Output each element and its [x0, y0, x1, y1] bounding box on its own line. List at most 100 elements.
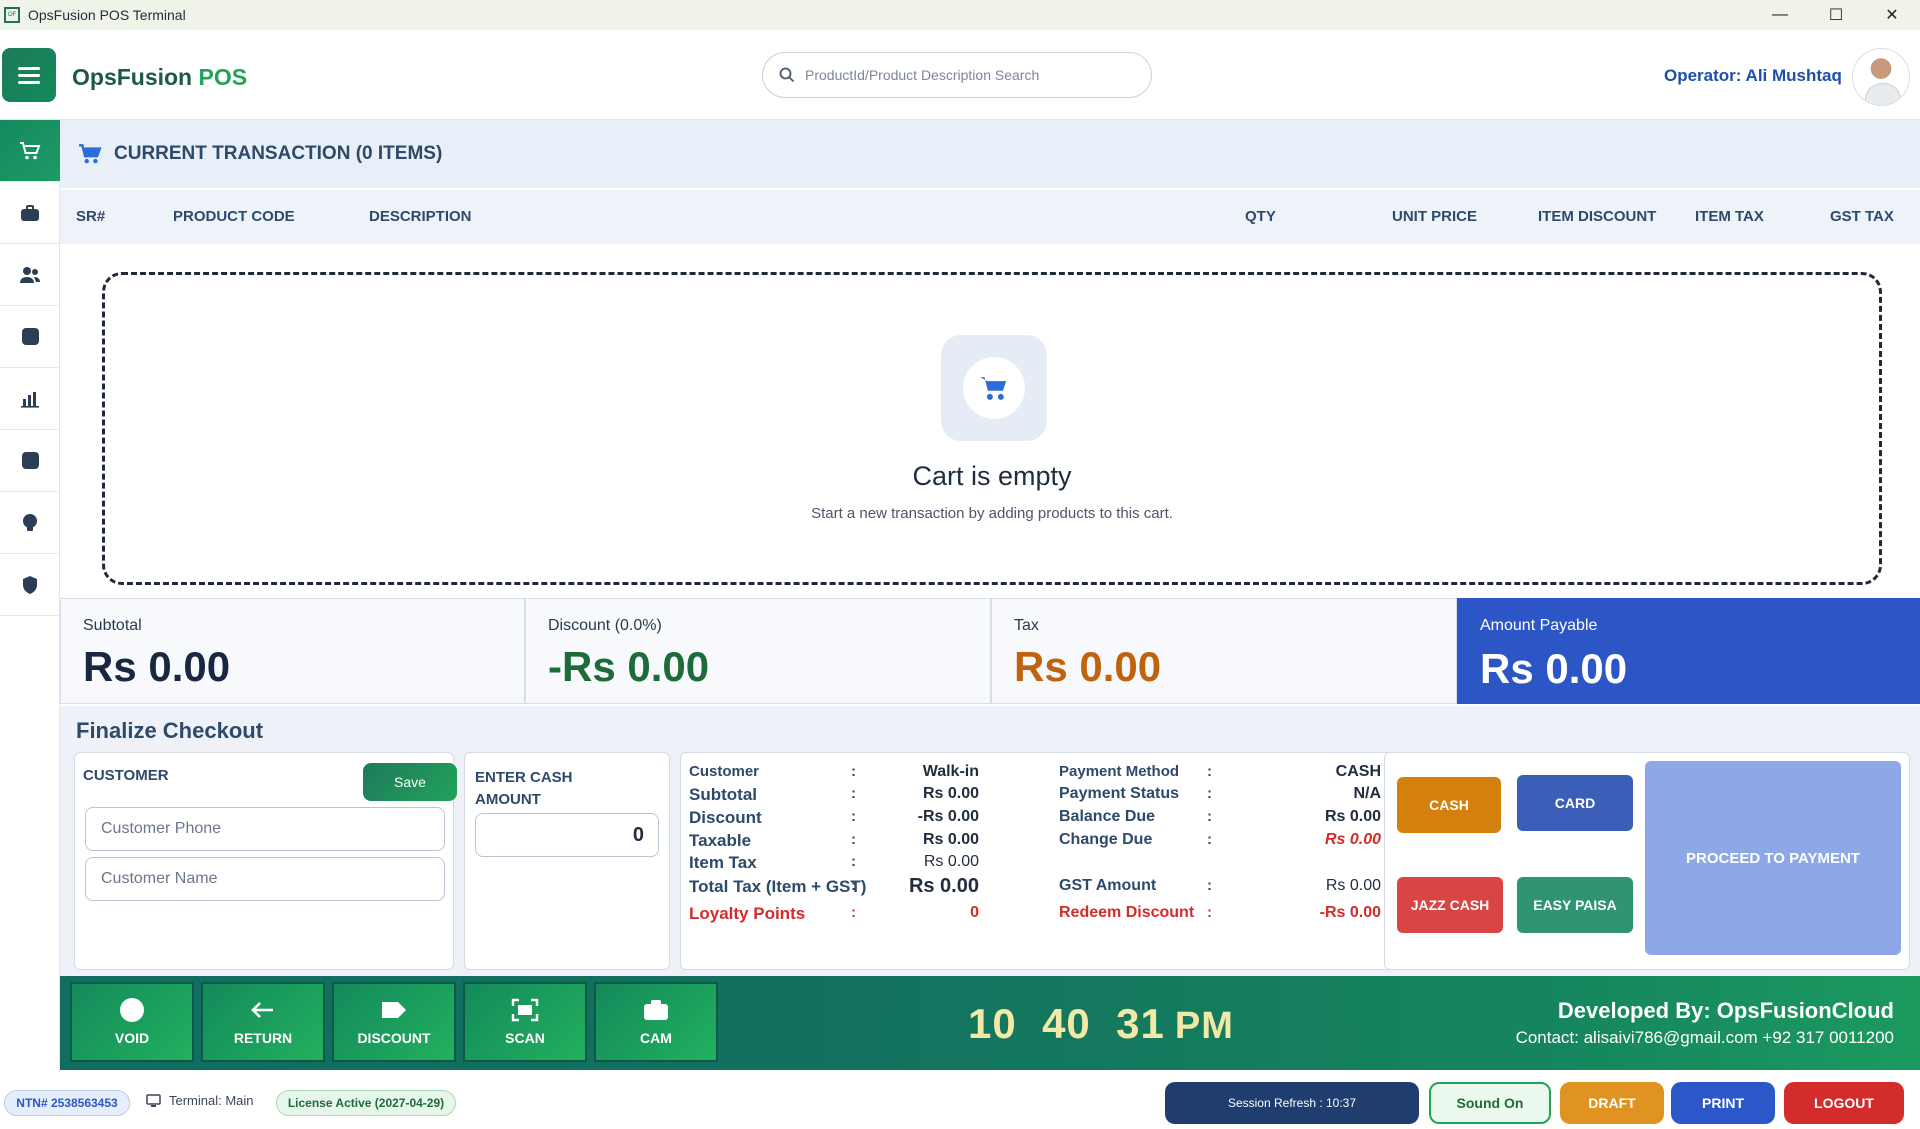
status-bar: NTN# 2538563453 Terminal: Main License A…: [0, 1072, 1920, 1129]
hamburger-menu-button[interactable]: [2, 48, 56, 102]
print-button[interactable]: PRINT: [1671, 1082, 1775, 1124]
operator-name: Operator: Ali Mushtaq: [1664, 66, 1842, 85]
column-header-item-discount: ITEM DISCOUNT: [1538, 208, 1657, 225]
operator-avatar[interactable]: [1852, 48, 1910, 106]
digital-clock: 10 40 31 PM: [968, 1000, 1234, 1048]
amount-payable-card: Amount Payable Rs 0.00: [1457, 598, 1920, 704]
cart-icon: [79, 144, 102, 164]
return-button[interactable]: RETURN: [201, 982, 325, 1062]
sidebar-item-customers[interactable]: [0, 244, 60, 306]
summary-label: Customer: [689, 763, 760, 780]
cash-amount-title: ENTER CASH AMOUNT: [475, 767, 573, 811]
summary-colon: :: [851, 853, 856, 870]
summary-colon: :: [1207, 785, 1212, 802]
minimize-button[interactable]: —: [1752, 0, 1808, 30]
discount-button[interactable]: DISCOUNT: [332, 982, 456, 1062]
discount-value: -Rs 0.00: [548, 643, 710, 690]
column-header-unit-price: UNIT PRICE: [1392, 208, 1478, 225]
terminal-label: Terminal: Main: [169, 1093, 254, 1108]
jazz-cash-payment-button[interactable]: JAZZ CASH: [1397, 877, 1503, 933]
cart-table-header: SR# PRODUCT CODE DESCRIPTION QTY UNIT PR…: [60, 190, 1920, 244]
payment-method-panel: CASH CARD JAZZ CASH EASY PAISA PROCEED T…: [1384, 752, 1910, 970]
void-button[interactable]: VOID: [70, 982, 194, 1062]
summary-colon: :: [851, 904, 856, 921]
app-header: OpsFusion POS Operator: Ali Mushtaq: [0, 30, 1920, 120]
search-icon: [779, 67, 795, 83]
empty-cart-dropzone: Cart is empty Start a new transaction by…: [102, 272, 1882, 585]
summary-label: Discount: [689, 808, 762, 827]
cash-amount-title-line1: ENTER CASH: [475, 769, 573, 786]
circle-icon: [120, 998, 144, 1022]
ntn-badge: NTN# 2538563453: [4, 1090, 130, 1116]
card-payment-button[interactable]: CARD: [1517, 775, 1633, 831]
summary-colon: :: [851, 808, 856, 825]
summary-label: Payment Status: [1059, 785, 1180, 802]
summary-colon: :: [1207, 877, 1212, 894]
developer-contact: Contact: alisaivi786@gmail.com +92 317 0…: [1515, 1028, 1894, 1047]
cash-amount-input[interactable]: [475, 813, 659, 857]
summary-label: Payment Method: [1059, 763, 1180, 780]
product-search[interactable]: [762, 52, 1152, 98]
proceed-to-payment-button[interactable]: PROCEED TO PAYMENT: [1645, 761, 1901, 955]
search-input[interactable]: [805, 67, 1125, 83]
clock-ampm: PM: [1174, 1005, 1234, 1047]
bulb-icon: [23, 513, 37, 531]
summary-value: -Rs 0.00: [1319, 904, 1381, 921]
totals-strip: Subtotal Rs 0.00 Discount (0.0%) -Rs 0.0…: [60, 598, 1920, 704]
session-refresh-indicator[interactable]: Session Refresh : 10:37: [1165, 1082, 1419, 1124]
summary-label: Redeem Discount: [1059, 904, 1195, 921]
subtotal-label: Subtotal: [83, 617, 142, 634]
close-button[interactable]: ✕: [1864, 0, 1920, 30]
clock-hours: 10: [968, 1000, 1017, 1047]
summary-value: Rs 0.00: [922, 831, 979, 848]
summary-value: Walk-in: [922, 763, 979, 780]
column-header-qty: QTY: [1245, 208, 1276, 225]
discount-button-label: DISCOUNT: [357, 1030, 431, 1046]
column-header-item-tax: ITEM TAX: [1695, 208, 1764, 225]
tax-label: Tax: [1014, 617, 1039, 634]
sidebar-item-cart[interactable]: [0, 120, 60, 182]
cash-amount-title-line2: AMOUNT: [475, 791, 541, 808]
license-badge: License Active (2027-04-29): [276, 1090, 456, 1116]
sidebar-item-orders[interactable]: [0, 182, 60, 244]
sound-toggle-button[interactable]: Sound On: [1429, 1082, 1551, 1124]
sidebar-item-ideas[interactable]: [0, 492, 60, 554]
save-customer-button[interactable]: Save: [363, 763, 457, 801]
terminal-indicator: Terminal: Main: [146, 1093, 254, 1108]
maximize-button[interactable]: ☐: [1808, 0, 1864, 30]
customer-phone-field[interactable]: [85, 807, 445, 851]
summary-value: Rs 0.00: [1324, 831, 1381, 848]
customer-panel: CUSTOMER Save: [74, 752, 457, 970]
developer-name: Developed By: OpsFusionCloud: [1557, 998, 1894, 1023]
box-icon: [21, 452, 39, 469]
summary-label: GST Amount: [1059, 877, 1157, 894]
column-header-description: DESCRIPTION: [369, 208, 472, 225]
summary-value: Rs 0.00: [1325, 877, 1381, 894]
sidebar-item-security[interactable]: [0, 554, 60, 616]
box-icon: [21, 328, 39, 345]
summary-colon: :: [1207, 808, 1212, 825]
checkout-summary-panel: Customer: Walk-in Subtotal: Rs 0.00 Discount…: [680, 752, 1392, 970]
draft-button[interactable]: DRAFT: [1560, 1082, 1664, 1124]
easy-paisa-payment-button[interactable]: EASY PAISA: [1517, 877, 1633, 933]
logout-button[interactable]: LOGOUT: [1784, 1082, 1904, 1124]
tax-value: Rs 0.00: [1014, 643, 1162, 690]
cash-payment-button[interactable]: CASH: [1397, 777, 1501, 833]
customer-name-field[interactable]: [85, 857, 445, 901]
arrow-left-icon: [251, 1002, 273, 1018]
amount-payable-value: Rs 0.00: [1480, 645, 1628, 692]
void-button-label: VOID: [114, 1030, 150, 1046]
sidebar-item-inventory[interactable]: [0, 430, 60, 492]
cam-button[interactable]: CAM: [594, 982, 718, 1062]
sidebar-item-products[interactable]: [0, 306, 60, 368]
window-title: OpsFusion POS Terminal: [28, 7, 186, 23]
sidebar-item-reports[interactable]: [0, 368, 60, 430]
clock-minutes: 40: [1042, 1000, 1091, 1047]
summary-label: Change Due: [1059, 831, 1153, 848]
summary-value: -Rs 0.00: [917, 808, 979, 825]
scan-button[interactable]: SCAN: [463, 982, 587, 1062]
summary-colon: :: [851, 763, 856, 780]
transaction-title: CURRENT TRANSACTION (0 ITEMS): [114, 143, 443, 164]
discount-card: Discount (0.0%) -Rs 0.00: [525, 598, 991, 704]
tax-card: Tax Rs 0.00: [991, 598, 1457, 704]
